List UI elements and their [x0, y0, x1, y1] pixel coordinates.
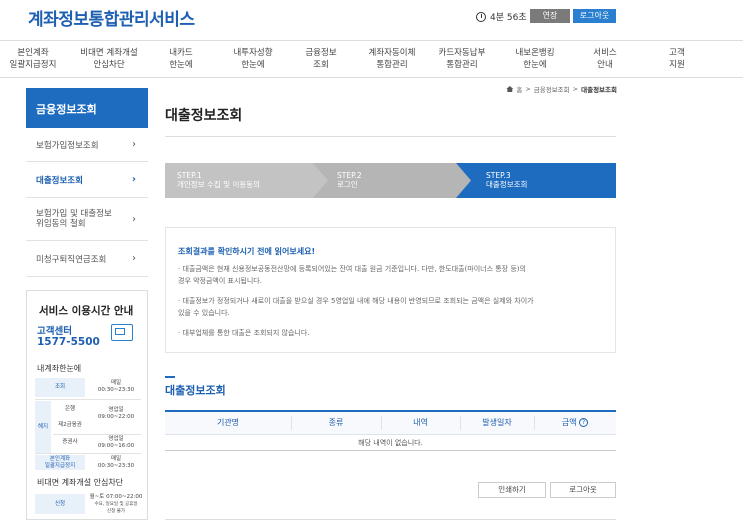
step-2: STEP.2 로그인 [313, 163, 473, 198]
hours-lookup-value: 매일 00:30~23:30 [97, 380, 135, 393]
nav-item-financial-info[interactable]: 금융정보 조회 [286, 47, 356, 71]
notice-line: · 대출정보가 정정되거나 새로이 대출을 받으실 경우 5영업일 내에 해당 … [178, 297, 534, 305]
site-logo[interactable]: 계좌정보통합관리서비스 [28, 5, 195, 30]
main-nav: 본인계좌 일괄지급정지 비대면 계좌개설 안심차단 내카드 한눈에 내투자성향 한눈에 … [0, 40, 743, 78]
nav-item-stop-payment[interactable]: 본인계좌 일괄지급정지 [0, 47, 68, 71]
hours-cat-lookup: 조회 [35, 378, 85, 397]
hours-second-tier: 제2금융권 [58, 422, 82, 428]
session-timer: 4분 56초 [476, 10, 527, 23]
notice-title: 조회결과를 확인하시기 전에 읽어보세요! [178, 247, 316, 256]
breadcrumb-sep: > [572, 85, 579, 93]
notice-line: 경우 약정금액이 표시됩니다. [178, 277, 262, 285]
step-3: STEP.3 대출정보조회 [456, 163, 616, 198]
notice-line: · 대출금액은 현재 신용정보공동전산망에 등록되어있는 잔여 대출 원금 기준… [178, 265, 526, 273]
sidebar-item-loan-lookup[interactable]: 대출정보조회 › [26, 162, 148, 198]
nav-item-account-block[interactable]: 비대면 계좌개설 안심차단 [74, 47, 144, 71]
chevron-right-icon: › [132, 213, 136, 225]
logout-top-button[interactable]: 로그아웃 [573, 9, 616, 23]
col-type: 종류 [291, 412, 381, 434]
hours-stop-value: 매일 00:30~23:30 [97, 456, 135, 469]
section-accent [165, 376, 175, 378]
service-section-title: 내계좌한눈에 [37, 364, 82, 373]
section-title: 대출정보조회 [165, 384, 226, 397]
nav-item-investment[interactable]: 내투자성향 한눈에 [218, 47, 288, 71]
sidebar-title: 금융정보조회 [26, 88, 148, 128]
sidebar-item-insurance-lookup[interactable]: 보험가입정보조회 › [26, 128, 148, 162]
extend-button[interactable]: 연장 [530, 9, 570, 23]
header: 계좌정보통합관리서비스 4분 56초 연장 로그아웃 [0, 0, 743, 40]
home-icon[interactable] [506, 86, 514, 92]
page-title: 대출정보조회 [165, 108, 243, 124]
call-center-phone: 1577-5500 [37, 336, 100, 348]
col-detail: 내역 [381, 412, 460, 434]
nav-item-card-payment[interactable]: 카드자동납부 통합관리 [427, 47, 497, 71]
logout-button[interactable]: 로그아웃 [550, 482, 616, 498]
clock-icon [476, 11, 486, 22]
sidebar-item-pension-lookup[interactable]: 미청구퇴직연금조회 › [26, 241, 148, 277]
chevron-right-icon: › [132, 253, 136, 264]
title-divider [165, 136, 616, 137]
breadcrumb-parent[interactable]: 금융정보조회 [534, 84, 570, 94]
hours-securities: 증권사 [62, 439, 78, 445]
hours-bank: 은행 [64, 406, 76, 412]
table-empty-row: 해당 내역이 없습니다. [165, 434, 616, 451]
nav-item-auto-transfer[interactable]: 계좌자동이체 통합관리 [357, 47, 427, 71]
step-progress: STEP.1 개인정보 수집 및 이용동의 STEP.2 로그인 STEP.3 대출정… [165, 163, 616, 198]
bottom-divider [165, 519, 616, 520]
notice-box: 조회결과를 확인하시기 전에 읽어보세요! · 대출금액은 현재 신용정보공동전… [165, 227, 616, 353]
hours-cat-apply: 신청 [35, 494, 85, 514]
sidebar-item-consent-withdraw[interactable]: 보험가입 및 대출정보 위임동의 철회 › [26, 198, 148, 241]
service-hours-box: 서비스 이용시간 안내 고객센터 1577-5500 내계좌한눈에 조회 매일 0… [26, 290, 148, 520]
hours-apply-value: 월~토 07:00~22:00 수요, 일요일 및 공휴일 신청 불가 [89, 494, 143, 514]
timer-text: 4분 56초 [490, 13, 527, 23]
print-button[interactable]: 인쇄하기 [478, 482, 546, 498]
hours-securities-value: 영업일 09:00~16:00 [97, 436, 135, 449]
breadcrumb-home[interactable]: 홈 [516, 84, 522, 94]
chevron-right-icon: › [132, 139, 136, 150]
help-icon[interactable]: ? [579, 418, 589, 427]
service-section2-title: 비대면 계좌개설 안심차단 [37, 478, 124, 487]
hours-bank-value: 영업일 09:00~22:00 [97, 407, 135, 420]
call-center-icon [111, 324, 133, 341]
hours-cat-stop: 본인계좌 일괄지급정지 [35, 455, 85, 470]
col-date: 발생일자 [460, 412, 534, 434]
notice-line: · 대부업체를 통한 대출은 조회되지 않습니다. [178, 329, 310, 337]
breadcrumb: 홈 > 금융정보조회 > 대출정보조회 [506, 84, 617, 94]
nav-item-support[interactable]: 고객 지원 [642, 47, 712, 71]
call-center-label: 고객센터 [37, 326, 72, 337]
col-institution: 기관명 [165, 412, 291, 434]
nav-item-service-guide[interactable]: 서비스 안내 [570, 47, 640, 71]
service-hours-title: 서비스 이용시간 안내 [39, 305, 134, 317]
breadcrumb-sep: > [525, 85, 531, 93]
step-1: STEP.1 개인정보 수집 및 이용동의 [165, 163, 330, 198]
chevron-right-icon: › [131, 174, 136, 185]
nav-item-my-card[interactable]: 내카드 한눈에 [146, 47, 216, 71]
notice-line: 있을 수 있습니다. [178, 309, 230, 317]
col-amount: 금액 ? [534, 412, 616, 434]
nav-item-insurance[interactable]: 내보온뱅킹 한눈에 [500, 47, 570, 71]
hours-cat-close: 해지 [35, 401, 51, 453]
breadcrumb-current: 대출정보조회 [581, 86, 617, 94]
